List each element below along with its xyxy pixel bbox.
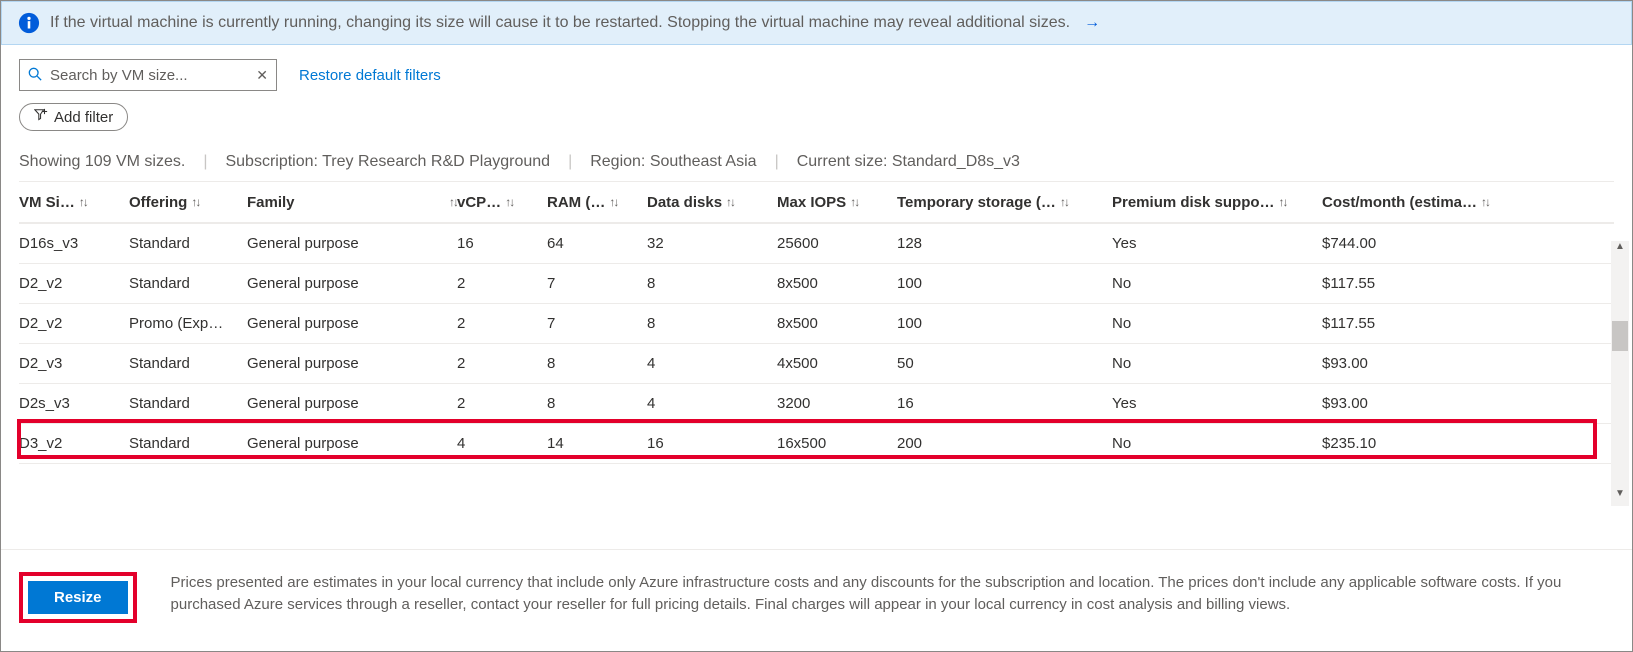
column-header[interactable]: Premium disk suppo…↑↓: [1112, 194, 1322, 211]
clear-search-icon[interactable]: ✕: [256, 67, 268, 84]
sort-icon: ↑↓: [1481, 195, 1489, 209]
scroll-up-icon[interactable]: ▲: [1611, 241, 1629, 259]
footer: Resize Prices presented are estimates in…: [1, 549, 1632, 651]
table-row[interactable]: D16s_v3StandardGeneral purpose1664322560…: [19, 224, 1614, 264]
resize-button-highlight: Resize: [19, 572, 137, 623]
column-header[interactable]: Max IOPS↑↓: [777, 194, 897, 211]
info-banner: If the virtual machine is currently runn…: [1, 1, 1632, 45]
table-row[interactable]: D2_v2StandardGeneral purpose2788x500100N…: [19, 264, 1614, 304]
sort-icon: ↑↓: [850, 195, 858, 209]
table-row[interactable]: D2s_v3StandardGeneral purpose284320016Ye…: [19, 384, 1614, 424]
sort-icon: ↑↓: [726, 195, 734, 209]
add-filter-label: Add filter: [54, 109, 113, 126]
table-row[interactable]: D2_v2Promo (Exp…General purpose2788x5001…: [19, 304, 1614, 344]
table-header: VM Si…↑↓Offering↑↓Family↑↓vCP…↑↓RAM (…↑↓…: [19, 181, 1614, 223]
restore-default-filters-link[interactable]: Restore default filters: [299, 67, 441, 84]
vm-size-table: VM Si…↑↓Offering↑↓Family↑↓vCP…↑↓RAM (…↑↓…: [19, 181, 1614, 464]
add-filter-button[interactable]: Add filter: [19, 103, 128, 131]
search-placeholder: Search by VM size...: [50, 67, 248, 84]
sort-icon: ↑↓: [1060, 195, 1068, 209]
add-filter-icon: [34, 108, 48, 126]
search-input[interactable]: Search by VM size... ✕: [19, 59, 277, 91]
status-line: Showing 109 VM sizes. | Subscription: Tr…: [19, 153, 1614, 171]
sort-icon: ↑↓: [191, 195, 199, 209]
info-arrow-icon[interactable]: →: [1084, 14, 1100, 32]
scroll-thumb[interactable]: [1612, 321, 1628, 351]
sort-icon: ↑↓: [1279, 195, 1287, 209]
table-row[interactable]: D3_v2StandardGeneral purpose4141616x5002…: [19, 424, 1614, 464]
column-header[interactable]: vCP…↑↓: [457, 194, 547, 211]
column-header[interactable]: Temporary storage (…↑↓: [897, 194, 1112, 211]
column-header[interactable]: Family↑↓: [247, 194, 457, 211]
resize-button[interactable]: Resize: [28, 581, 128, 614]
column-header[interactable]: Data disks↑↓: [647, 194, 777, 211]
sort-icon: ↑↓: [609, 195, 617, 209]
status-subscription: Subscription: Trey Research R&D Playgrou…: [225, 153, 550, 171]
sort-icon: ↑↓: [449, 195, 457, 209]
pricing-disclaimer: Prices presented are estimates in your l…: [171, 572, 1614, 616]
status-region: Region: Southeast Asia: [590, 153, 756, 171]
status-current-size: Current size: Standard_D8s_v3: [797, 153, 1020, 171]
table-row[interactable]: D2_v3StandardGeneral purpose2844x50050No…: [19, 344, 1614, 384]
column-header[interactable]: Cost/month (estima…↑↓: [1322, 194, 1522, 211]
column-header[interactable]: Offering↑↓: [129, 194, 247, 211]
sort-icon: ↑↓: [505, 195, 513, 209]
search-icon: [28, 67, 42, 84]
info-icon: [18, 12, 40, 34]
column-header[interactable]: RAM (…↑↓: [547, 194, 647, 211]
column-header[interactable]: VM Si…↑↓: [19, 194, 129, 211]
sort-icon: ↑↓: [79, 195, 87, 209]
scrollbar[interactable]: ▲ ▼: [1611, 241, 1629, 506]
toolbar: Search by VM size... ✕ Restore default f…: [19, 59, 1614, 91]
scroll-down-icon[interactable]: ▼: [1611, 488, 1629, 506]
status-count: Showing 109 VM sizes.: [19, 153, 185, 171]
info-text: If the virtual machine is currently runn…: [50, 14, 1070, 32]
